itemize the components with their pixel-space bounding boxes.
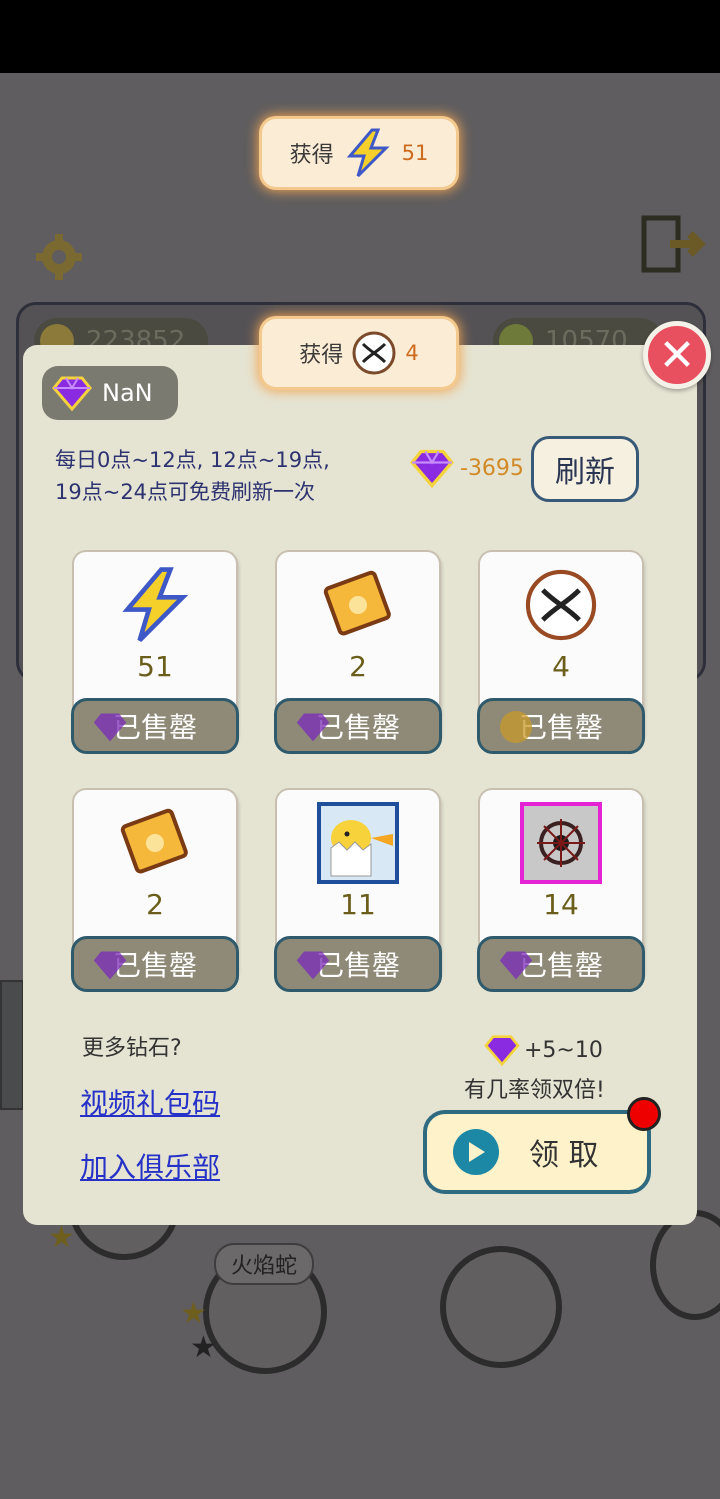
gem-icon (93, 951, 127, 980)
shop-item-card[interactable]: 11 已售罄 (274, 790, 442, 992)
refresh-button[interactable]: 刷新 (531, 436, 639, 502)
refresh-cost: -3695 (410, 448, 524, 488)
sold-out-badge: 已售罄 (274, 698, 442, 754)
side-tab[interactable] (0, 980, 24, 1110)
notification-dot (627, 1097, 661, 1131)
shop-item-card[interactable]: 14 已售罄 (477, 790, 645, 992)
lightning-icon (114, 564, 196, 646)
more-gems-label: 更多钻石? (82, 1036, 182, 1061)
exit-icon[interactable] (640, 214, 710, 274)
lightning-icon (346, 128, 390, 178)
shop-item-card[interactable]: 51 已售罄 (71, 552, 239, 754)
status-bar (0, 0, 720, 73)
food-packet-icon (317, 564, 399, 646)
star-icon: ★ (190, 1330, 217, 1365)
reward-note: 有几率领双倍! (464, 1078, 605, 1103)
dna-icon (520, 564, 602, 646)
shop-item-card[interactable]: 4 已售罄 (477, 552, 645, 754)
gem-icon (93, 713, 127, 742)
gem-balance: NaN (42, 366, 178, 420)
gem-icon (499, 951, 533, 980)
reward-toast: 获得 4 (262, 319, 456, 387)
sold-out-badge: 已售罄 (71, 698, 239, 754)
reward-toast: 获得 51 (262, 119, 456, 187)
gem-icon (484, 1035, 520, 1066)
reward-amount: +5~10 (484, 1034, 603, 1066)
sold-out-badge: 已售罄 (274, 936, 442, 992)
sold-out-badge: 已售罄 (477, 698, 645, 754)
sold-out-badge: 已售罄 (477, 936, 645, 992)
shop-item-card[interactable]: 2 已售罄 (274, 552, 442, 754)
coin-icon (500, 711, 532, 743)
claim-button[interactable]: 领 取 (423, 1110, 651, 1194)
join-club-link[interactable]: 加入俱乐部 (80, 1146, 220, 1186)
star-icon: ★ (48, 1220, 75, 1255)
pet-name-label: 火焰蛇 (214, 1243, 314, 1285)
dna-icon (352, 331, 396, 375)
gem-icon (52, 376, 92, 411)
settings-gear-icon[interactable] (34, 232, 84, 282)
gem-icon (410, 449, 454, 488)
egg-slot[interactable] (440, 1246, 562, 1368)
play-icon (453, 1129, 499, 1175)
chick-skill-icon (317, 802, 399, 884)
gem-icon (296, 951, 330, 980)
video-gift-code-link[interactable]: 视频礼包码 (80, 1082, 220, 1122)
shop-item-card[interactable]: 2 已售罄 (71, 790, 239, 992)
web-skill-icon (520, 802, 602, 884)
food-packet-icon (114, 802, 196, 884)
close-button[interactable]: ✕ (643, 321, 711, 389)
sold-out-badge: 已售罄 (71, 936, 239, 992)
star-icon: ★ (180, 1296, 207, 1331)
refresh-info: 每日0点~12点, 12点~19点, 19点~24点可免费刷新一次 (55, 448, 330, 504)
gem-icon (296, 713, 330, 742)
